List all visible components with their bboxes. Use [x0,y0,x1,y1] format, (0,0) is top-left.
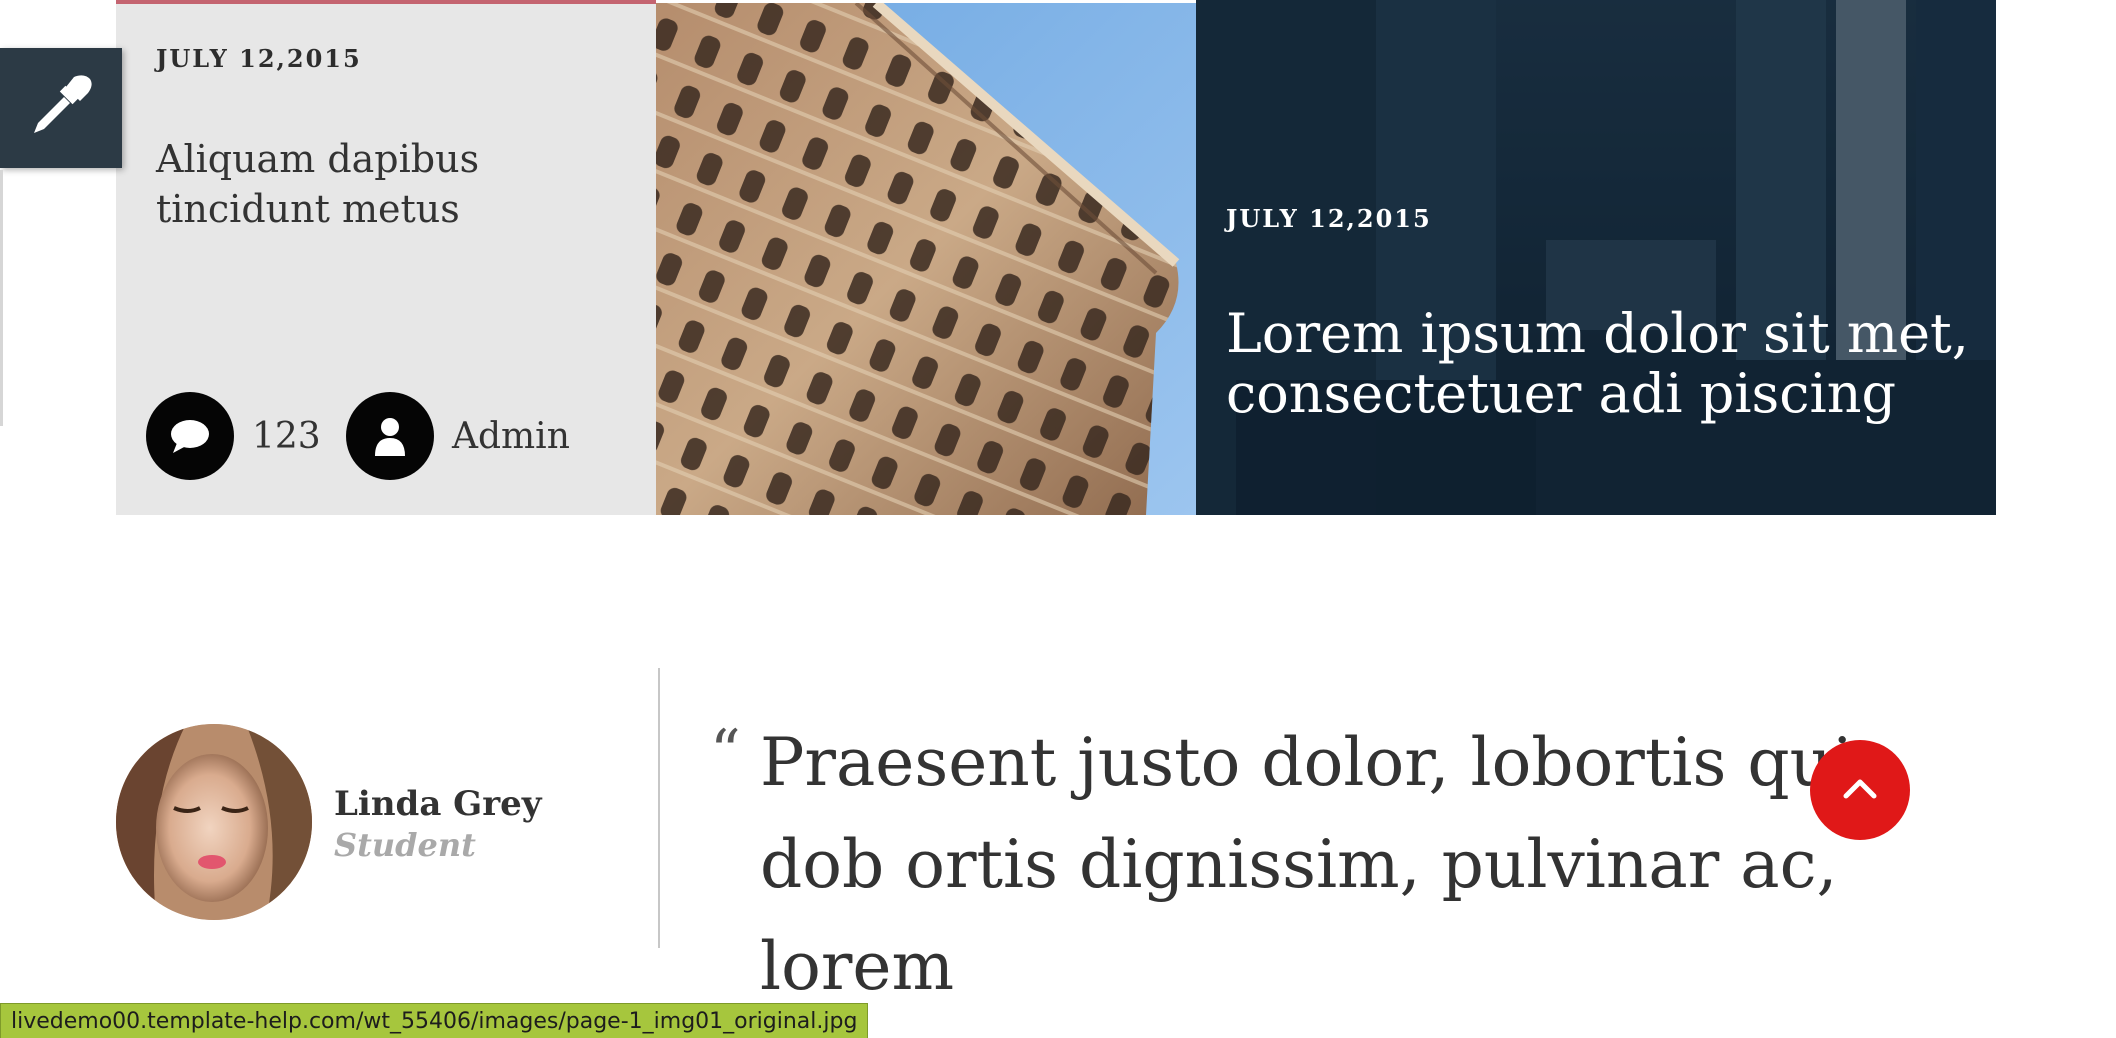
user-icon [346,392,434,480]
comments-icon [146,392,234,480]
page-edge-line [0,170,3,426]
comments-meta[interactable]: 123 [146,392,321,480]
featured-post-date: JULY 12,2015 [1226,204,1432,233]
avatar [116,724,312,920]
featured-post-card[interactable]: JULY 12,2015 Lorem ipsum dolor sit met, … [1196,0,1996,515]
back-to-top-button[interactable] [1810,740,1910,840]
chevron-up-icon [1842,776,1878,804]
eyedropper-tool-button[interactable] [0,48,122,168]
eyedropper-icon [26,71,96,145]
page: JULY 12,2015 Aliquam dapibus tincidunt m… [0,0,2116,1038]
author-meta[interactable]: Admin [346,392,570,480]
featured-post-title[interactable]: Lorem ipsum dolor sit met, consectetuer … [1226,304,1986,424]
testimonial-name: Linda Grey [334,784,542,824]
testimonial-role: Student [334,826,476,864]
post-title[interactable]: Aliquam dapibus tincidunt metus [156,134,616,234]
image-overlay [1196,0,1996,515]
author-name: Admin [452,415,570,457]
card-accent-bar [116,0,656,4]
post-date: JULY 12,2015 [156,44,362,73]
status-bar-url: livedemo00.template-help.com/wt_55406/im… [0,1003,869,1038]
quote-mark: “ [710,717,741,787]
comments-count: 123 [252,415,321,457]
building-photo[interactable] [656,3,1196,515]
testimonial-divider [658,668,660,948]
